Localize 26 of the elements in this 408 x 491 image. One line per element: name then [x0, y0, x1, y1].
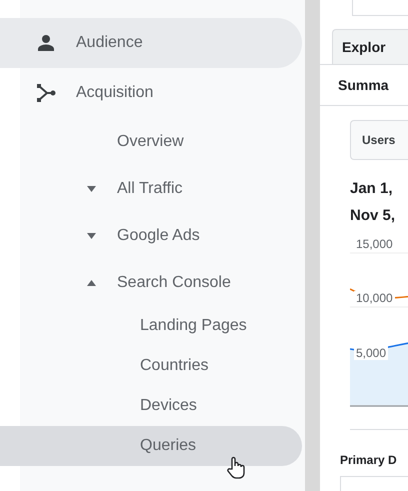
dropdown-field[interactable] [340, 476, 408, 491]
hand-cursor-icon [225, 456, 247, 480]
search-field[interactable] [352, 0, 408, 16]
chart-baseline [350, 405, 408, 407]
metric-dropdown[interactable]: Users [350, 120, 408, 160]
nav-item[interactable]: Google Ads [0, 212, 302, 259]
axis-label: 5,000 [354, 346, 388, 360]
nav-item[interactable]: Countries [0, 346, 302, 386]
report-tab[interactable]: Explor [332, 29, 408, 64]
date-range: Jan 1, [350, 179, 394, 199]
scrollbar[interactable] [305, 0, 320, 491]
nav-item[interactable]: Landing Pages [0, 306, 302, 346]
nav-item[interactable]: Devices [0, 386, 302, 426]
nav-item[interactable]: All Traffic [0, 165, 302, 212]
axis-label: 10,000 [354, 291, 395, 305]
date-range: Nov 5, [350, 206, 396, 226]
nav-item[interactable]: Queries [0, 426, 302, 466]
branch-icon [36, 83, 56, 103]
section-title: Primary D [340, 453, 398, 467]
nav-item[interactable]: Audience [0, 18, 302, 68]
section-title: Summa [320, 64, 408, 106]
axis-label: 15,000 [354, 237, 395, 251]
nav-item[interactable]: Overview [0, 118, 302, 165]
nav-item[interactable]: Acquisition [0, 68, 302, 118]
person-icon [36, 33, 56, 53]
nav-item[interactable]: Search Console [0, 259, 302, 306]
